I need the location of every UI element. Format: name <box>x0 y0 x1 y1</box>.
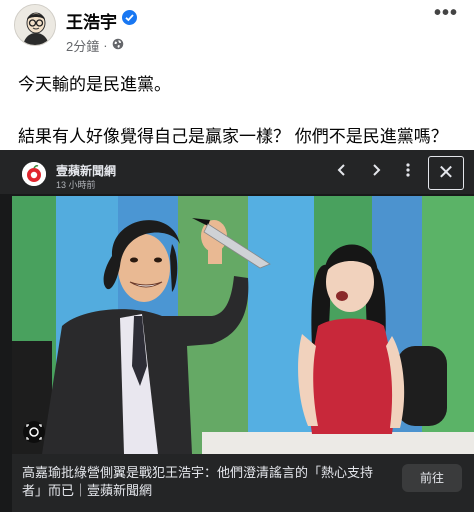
open-link-button[interactable]: 前往 <box>402 464 462 492</box>
chevron-right-icon <box>373 164 381 176</box>
chevron-left-icon <box>337 164 345 176</box>
vertical-dots-icon <box>406 163 410 177</box>
publisher-logo-icon[interactable] <box>22 162 46 186</box>
article-photo[interactable] <box>12 196 474 454</box>
shared-link-card: 壹蘋新聞網 13 小時前 ✕ 高嘉瑜批綠營側翼是戰犯王浩宇：他們澄清謠言的「熱心… <box>0 150 474 512</box>
post-timestamp[interactable]: 2分鐘 <box>66 36 99 55</box>
post-header: 王浩宇 2分鐘 · ••• <box>14 2 464 54</box>
close-button[interactable]: ✕ <box>428 156 464 190</box>
publisher-time: 13 小時前 <box>56 180 96 190</box>
verified-badge-icon <box>122 10 137 25</box>
publisher-name[interactable]: 壹蘋新聞網 <box>56 162 116 179</box>
next-button[interactable] <box>370 162 382 183</box>
post-meta: 2分鐘 · <box>66 36 124 55</box>
studio-scene-image <box>12 196 474 454</box>
globe-icon <box>112 38 124 53</box>
meta-separator: · <box>103 38 108 53</box>
author-name[interactable]: 王浩宇 <box>66 8 117 33</box>
avatar-face-icon <box>15 5 55 45</box>
card-footer: 高嘉瑜批綠營側翼是戰犯王浩宇：他們澄清謠言的「熱心支持者」而已｜壹蘋新聞網 前往 <box>12 454 474 512</box>
article-headline[interactable]: 高嘉瑜批綠營側翼是戰犯王浩宇：他們澄清謠言的「熱心支持者」而已｜壹蘋新聞網 <box>22 464 382 500</box>
card-header: 壹蘋新聞網 13 小時前 ✕ <box>0 150 474 194</box>
author-avatar[interactable] <box>14 4 56 46</box>
card-menu-button[interactable] <box>405 162 411 183</box>
more-options-button[interactable]: ••• <box>434 2 458 25</box>
prev-button[interactable] <box>336 162 348 183</box>
post-text-line-1: 今天輸的是民進黨。 <box>18 75 171 94</box>
post-text-line-2: 結果有人好像覺得自己是贏家一樣？ 你們不是民進黨嗎？ <box>18 127 448 146</box>
